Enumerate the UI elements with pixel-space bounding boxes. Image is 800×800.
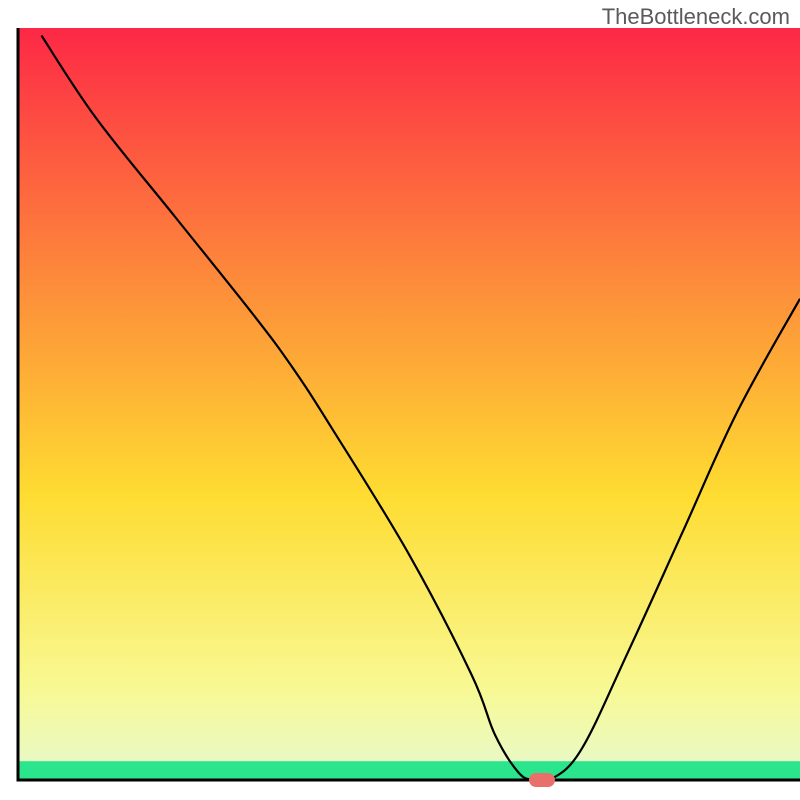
watermark-text: TheBottleneck.com	[602, 4, 790, 30]
optimal-point-marker	[529, 773, 555, 787]
chart-svg	[0, 0, 800, 800]
bottleneck-chart	[0, 0, 800, 800]
